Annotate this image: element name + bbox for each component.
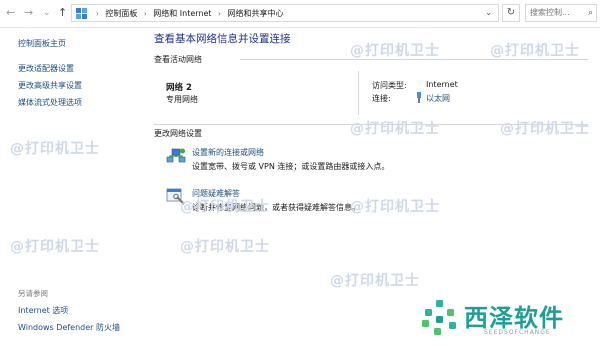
sidebar-item-internet-options[interactable]: Internet 选项 — [18, 305, 68, 316]
search-input[interactable]: 搜索控制... ⌕ — [525, 4, 597, 22]
refresh-icon: ↻ — [506, 7, 516, 18]
breadcrumb-separator-icon: › — [218, 10, 221, 18]
change-settings-header: 更改网络设置 — [154, 129, 202, 138]
watermark: @打印机卫士 — [10, 141, 100, 157]
search-icon: ⌕ — [587, 8, 593, 18]
ethernet-icon — [417, 92, 421, 103]
watermark: @打印机卫士 — [180, 199, 270, 215]
forward-arrow-icon[interactable]: → — [24, 6, 33, 20]
control-panel-icon — [76, 8, 87, 19]
breadcrumb-separator-icon: › — [96, 10, 99, 18]
sidebar-item-home[interactable]: 控制面板主页 — [18, 38, 66, 49]
recent-locations-icon[interactable]: ⌄ — [43, 6, 51, 20]
connection-ethernet-link[interactable]: 以太网 — [426, 93, 450, 104]
search-placeholder: 搜索控制... — [530, 8, 570, 17]
network-setup-icon — [166, 148, 186, 163]
brand-mark-icon — [422, 300, 456, 335]
refresh-button[interactable]: ↻ — [502, 4, 520, 22]
sidebar-item-advanced-sharing[interactable]: 更改高级共享设置 — [18, 80, 82, 91]
breadcrumb-separator-icon: › — [143, 10, 147, 18]
network-name: 网络 2 — [166, 83, 192, 93]
brand-name: 西泽软件 — [464, 304, 564, 332]
new-connection-description: 设置宽带、拨号或 VPN 连接；或设置路由器或接入点。 — [192, 162, 390, 171]
up-arrow-icon[interactable]: ↑ — [58, 6, 67, 20]
new-connection-link[interactable]: 设置新的连接或网络 — [192, 147, 264, 158]
see-also-title: 另请参阅 — [18, 289, 48, 298]
address-bar-row: ← → ⌄ ↑ › 控制面板 › 网络和 Internet › 网络和共享中心 … — [0, 0, 600, 28]
breadcrumb-network-internet[interactable]: 网络和 Internet — [153, 9, 211, 18]
access-type-value: Internet — [426, 80, 458, 89]
watermark: @打印机卫士 — [350, 199, 440, 215]
watermark: @打印机卫士 — [350, 121, 440, 137]
sidebar-item-adapter-settings[interactable]: 更改适配器设置 — [18, 63, 74, 74]
active-networks-header: 查看活动网络 — [154, 55, 202, 64]
brand-subtitle: SEEDSOFCHANGE — [484, 329, 551, 336]
divider — [358, 71, 359, 115]
breadcrumb-network-sharing-center[interactable]: 网络和共享中心 — [227, 9, 283, 18]
back-arrow-icon[interactable]: ← — [6, 6, 15, 20]
breadcrumb-control-panel[interactable]: 控制面板 — [105, 9, 137, 18]
sidebar: 控制面板主页 更改适配器设置 更改高级共享设置 媒体流式处理选项 另请参阅 In… — [0, 27, 150, 346]
brand-logo: 西泽软件 SEEDSOFCHANGE — [420, 296, 592, 342]
watermark: @打印机卫士 — [500, 121, 590, 137]
watermark: @打印机卫士 — [330, 273, 420, 289]
network-type: 专用网络 — [166, 95, 198, 104]
access-type-label: 访问类型: — [372, 81, 407, 90]
page-title: 查看基本网络信息并设置连接 — [154, 33, 291, 45]
address-field[interactable]: › 控制面板 › 网络和 Internet › 网络和共享中心 ⌄ — [71, 4, 499, 22]
watermark: @打印机卫士 — [350, 43, 440, 59]
watermark: @打印机卫士 — [10, 239, 100, 255]
sidebar-item-defender-firewall[interactable]: Windows Defender 防火墙 — [18, 322, 120, 333]
address-dropdown-icon[interactable]: ⌄ — [485, 8, 492, 17]
sidebar-item-media-streaming[interactable]: 媒体流式处理选项 — [18, 97, 82, 108]
watermark: @打印机卫士 — [490, 43, 580, 59]
breadcrumb: › 控制面板 › 网络和 Internet › 网络和共享中心 — [92, 8, 283, 20]
connection-label: 连接: — [372, 94, 391, 103]
watermark: @打印机卫士 — [180, 239, 270, 255]
